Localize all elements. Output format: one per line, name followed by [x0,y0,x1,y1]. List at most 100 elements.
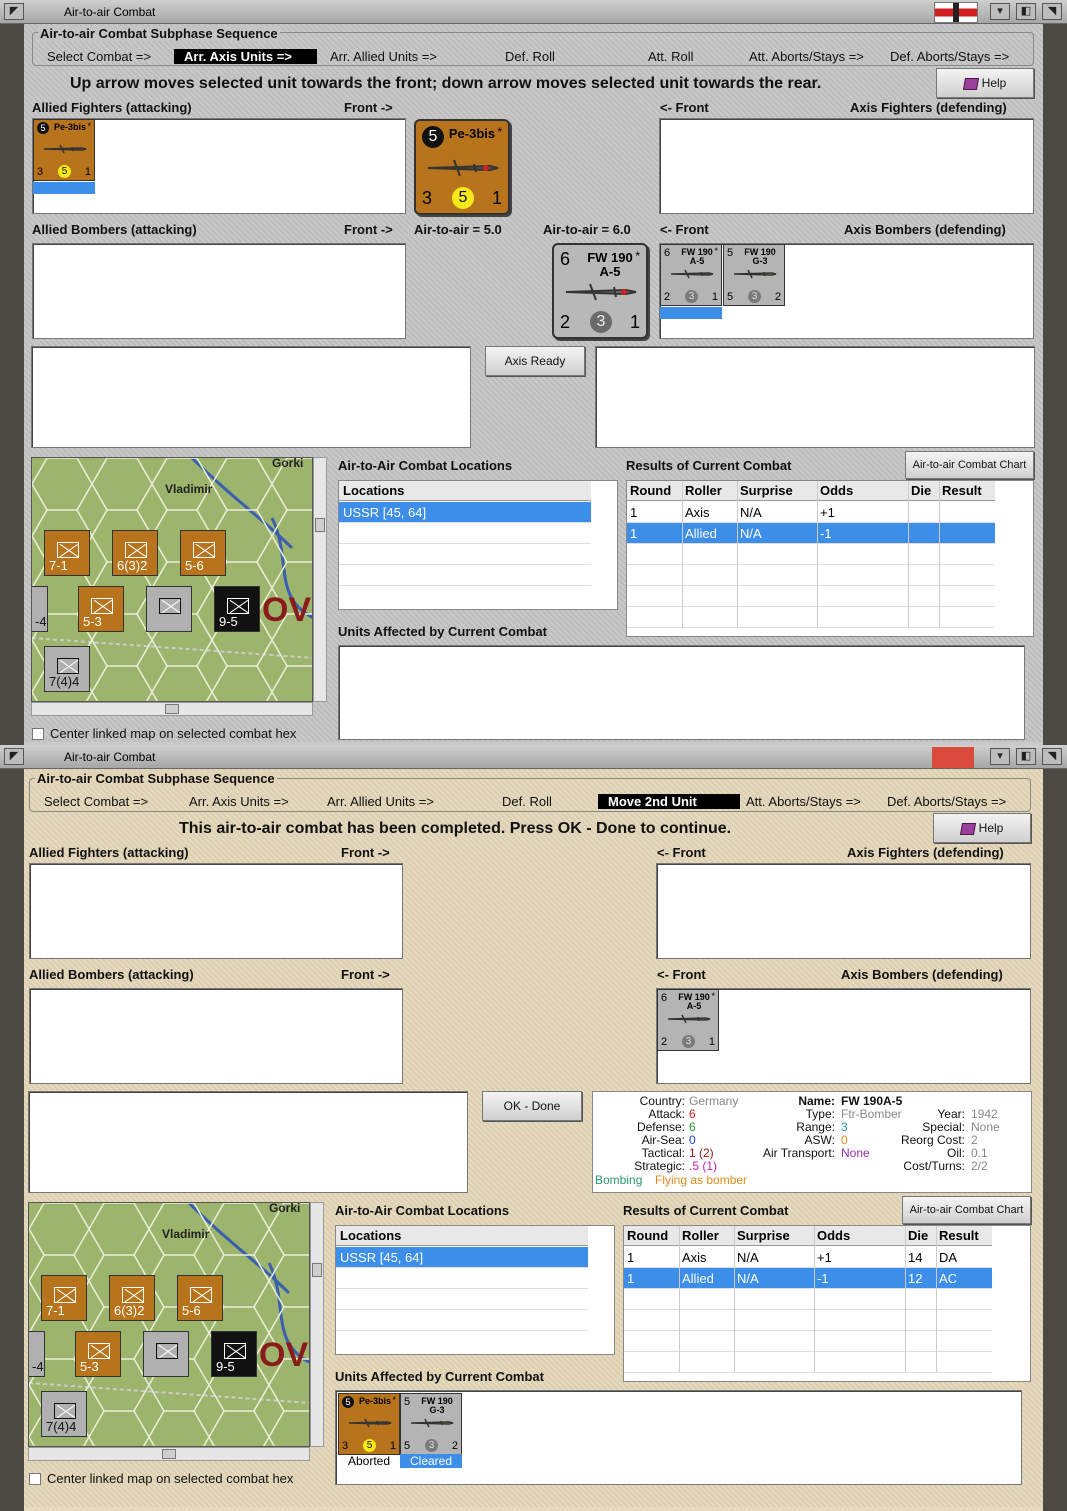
help-label: Help [978,821,1004,835]
location-row[interactable]: USSR [45, 64] [339,502,591,523]
type-key: Type: [805,1107,835,1121]
strategic-key: Strategic: [634,1159,685,1173]
map-unit[interactable]: 5-6 [180,530,226,576]
allied-bombers-box[interactable] [29,988,403,1084]
plane-stack-icon [156,1343,178,1359]
infantry-symbol-icon [193,542,215,558]
map-unit[interactable]: -4 [29,1331,45,1377]
map-hscrollbar[interactable] [31,702,313,716]
map-vscrollbar[interactable] [310,1202,324,1447]
location-row-empty [339,565,591,586]
counter-right-value: 1 [84,166,91,178]
linked-map[interactable]: Gorki Vladimir OV 7-1 6(3)2 5-6 5-3 9-5 … [28,1202,310,1447]
scroll-thumb[interactable] [315,518,325,532]
center-map-checkbox[interactable] [32,728,44,740]
fw190a5-counter[interactable]: 6 FW 190 A-5 * 2 3 1 [660,244,722,306]
step-def-roll: Def. Roll [502,794,552,809]
map-unit[interactable]: 7-1 [44,530,90,576]
map-combat-stack[interactable] [143,1331,189,1377]
map-unit[interactable]: 7(4)4 [44,646,90,692]
scroll-thumb[interactable] [162,1449,176,1459]
cost-value: 2/2 [971,1159,988,1173]
infantry-symbol-icon [91,598,113,614]
allied-fighters-label: Allied Fighters (attacking) [29,845,189,860]
axis-fighters-box[interactable] [656,863,1031,959]
scroll-thumb[interactable] [165,704,179,714]
map-unit[interactable]: 5-6 [177,1275,223,1321]
plane-icon [667,1014,711,1024]
plane-icon [348,1418,392,1428]
location-row-empty [336,1310,588,1331]
fw190a5-counter[interactable]: 6 FW 190 A-5 * 2 3 1 [657,989,719,1051]
unit-strength: 5-3 [80,1359,99,1374]
counter-mid-value: 3 [685,290,698,303]
scroll-thumb[interactable] [312,1263,322,1277]
map-unit[interactable]: 7-1 [41,1275,87,1321]
axis-ready-button[interactable]: Axis Ready [485,346,585,376]
location-row[interactable]: USSR [45, 64] [336,1247,588,1268]
counter-right-value: 2 [451,1440,458,1452]
counter-name: FW 190 A-5 [678,992,710,1011]
allied-info-box [31,346,471,448]
counter-star: * [714,246,718,256]
affected-pe3bis-counter[interactable]: 5 Pe-3bis * 3 5 1 [338,1393,400,1455]
locations-list: Locations USSR [45, 64] [338,480,618,610]
attack-value: 6 [689,1107,696,1121]
center-map-checkbox[interactable] [29,1473,41,1485]
front-left-label-2: <- Front [660,222,709,237]
allied-bombers-label: Allied Bombers (attacking) [32,222,197,237]
allied-bombers-label: Allied Bombers (attacking) [29,967,194,982]
big-left: 3 [422,188,433,208]
map-unit[interactable]: 7(4)4 [41,1391,87,1437]
unit-strength: 6(3)2 [117,558,148,573]
counter-star: * [87,121,91,131]
map-unit[interactable]: 5-3 [75,1331,121,1377]
col-divider [682,481,683,628]
axis-fighters-label: Axis Fighters (defending) [847,845,1004,860]
step-select-combat: Select Combat => [44,794,149,809]
axis-fighters-box[interactable] [659,118,1034,214]
infantry-symbol-icon [227,598,249,614]
step-arr-allied-units: Arr. Allied Units => [327,794,434,809]
map-hscrollbar[interactable] [28,1447,310,1461]
col-divider [679,1226,680,1373]
system-menu-icon[interactable]: ◤ [4,748,24,765]
big-def-plane-icon [565,283,637,301]
help-button[interactable]: Help [936,68,1034,98]
allied-fighters-box[interactable] [29,863,403,959]
map-unit[interactable]: 9-5 [214,586,260,632]
range-value: 3 [841,1120,848,1134]
fw190g3-counter[interactable]: 5 FW 190 G-3 5 3 2 [723,244,785,306]
map-unit[interactable]: 6(3)2 [112,530,158,576]
special-key: Special: [922,1120,965,1134]
combat-chart-button[interactable]: Air-to-air Combat Chart [902,1196,1031,1224]
map-combat-stack[interactable] [146,586,192,632]
restore-icon[interactable]: ◧ [1016,748,1036,765]
map-unit[interactable]: 9-5 [211,1331,257,1377]
asw-value: 0 [841,1133,848,1147]
col-divider [737,481,738,628]
big-plane-icon [427,159,499,177]
close-icon[interactable]: ◥ [1042,748,1062,765]
minimize-icon[interactable]: ▾ [990,3,1010,20]
system-menu-icon[interactable]: ◤ [4,3,24,20]
location-row-empty [336,1268,588,1289]
restore-icon[interactable]: ◧ [1016,3,1036,20]
map-unit[interactable]: -4 [32,586,48,632]
air-combat-window-allied: ◤ Air-to-air Combat ▾ ◧ ◥ Air-to-air Com… [0,745,1067,1511]
unit-strength: -4 [35,614,47,629]
close-icon[interactable]: ◥ [1042,3,1062,20]
linked-map[interactable]: Gorki Vladimir OV 7-1 6(3)2 5-6 5-3 9-5 … [31,457,313,702]
minimize-icon[interactable]: ▾ [990,748,1010,765]
map-unit[interactable]: 6(3)2 [109,1275,155,1321]
allied-bombers-box[interactable] [32,243,406,339]
affected-fw190g3-counter[interactable]: 5 FW 190 G-3 5 3 2 [400,1393,462,1455]
map-vscrollbar[interactable] [313,457,327,702]
help-button[interactable]: Help [933,813,1031,843]
ussr-flag-icon [932,747,974,768]
airtrans-key: Air Transport: [762,1146,835,1160]
map-unit[interactable]: 5-3 [78,586,124,632]
combat-chart-button[interactable]: Air-to-air Combat Chart [905,451,1034,479]
pe3bis-counter[interactable]: 5 Pe-3bis * 3 5 1 [33,119,95,181]
ok-done-button[interactable]: OK - Done [482,1091,582,1121]
